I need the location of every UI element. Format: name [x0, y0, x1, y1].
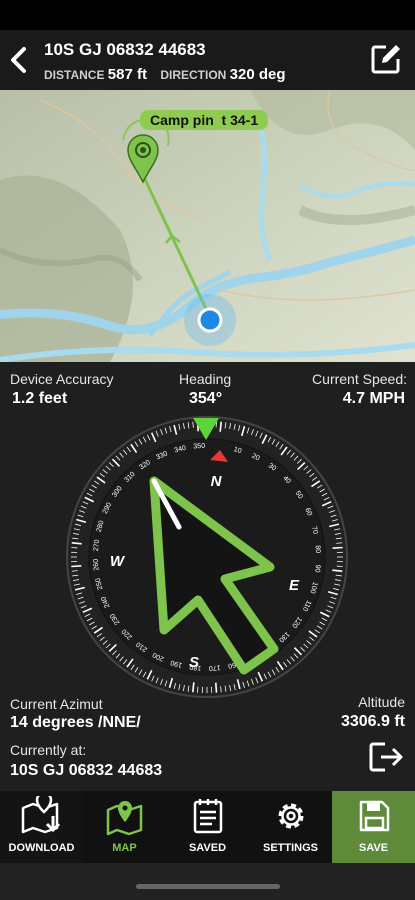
map-pin-icon	[106, 801, 142, 836]
compass-tick	[214, 682, 218, 693]
nav-save[interactable]: SAVE	[332, 791, 415, 863]
azimuth-value: 14 degrees /NNE/	[10, 714, 141, 731]
nav-map[interactable]: MAP	[83, 791, 166, 863]
compass-degree-label: 350	[193, 443, 205, 451]
device-notch	[90, 0, 325, 30]
nav-save-label: SAVE	[358, 842, 389, 854]
app-screen: 10S GJ 06832 44683 DISTANCE 587 ft DIREC…	[0, 0, 415, 900]
compass-west: W	[110, 553, 126, 570]
compass-degree-label: 80	[314, 545, 322, 553]
bottom-nav: DOWNLOAD MAP SAVED SETTINGS SAVE	[0, 791, 415, 863]
speed-value: 4.7 MPH	[342, 390, 405, 407]
back-arrow-icon[interactable]	[6, 44, 32, 76]
nav-saved[interactable]: SAVED	[166, 791, 249, 863]
home-indicator[interactable]	[136, 884, 280, 889]
compass-degree-label: 260	[93, 559, 101, 571]
nav-map-label: MAP	[112, 842, 137, 854]
pin-label[interactable]: Camp pin t 34-1	[140, 110, 269, 130]
distance-label: DISTANCE	[44, 68, 105, 82]
compass-degree-label: 90	[313, 564, 321, 573]
speed-label: Current Speed:	[312, 371, 407, 387]
compass-degree-label: 170	[209, 663, 221, 671]
compass-tick	[332, 569, 343, 573]
map-download-icon	[21, 796, 60, 834]
compass-north: N	[211, 473, 223, 490]
nav-download-label: DOWNLOAD	[8, 842, 75, 854]
heading-indicator-icon	[193, 418, 219, 440]
map-view[interactable]: Camp pin t 34-1	[0, 90, 415, 362]
current-location-dot	[197, 307, 223, 333]
notepad-icon	[193, 799, 222, 834]
nav-settings-label: SETTINGS	[262, 842, 318, 854]
compass-tick	[71, 564, 82, 568]
distance-direction-row: DISTANCE 587 ft DIRECTION 320 deg	[44, 66, 286, 83]
target-coordinate: 10S GJ 06832 44683	[44, 40, 206, 59]
compass-tick	[332, 546, 343, 550]
compass-east: E	[289, 577, 300, 594]
compass-dial: 1020304050607080901001101201301401501601…	[66, 416, 348, 698]
exit-icon[interactable]	[367, 740, 405, 774]
compass-degree-label: 270	[93, 539, 101, 551]
top-bar: 10S GJ 06832 44683 DISTANCE 587 ft DIREC…	[0, 30, 415, 90]
compass-tick	[191, 682, 195, 693]
heading-value: 354°	[189, 390, 223, 407]
gear-icon	[278, 803, 303, 829]
edit-icon[interactable]	[369, 42, 403, 76]
heading-label: Heading	[179, 371, 232, 387]
location-label: Currently at:	[10, 742, 87, 758]
floppy-disk-icon	[359, 800, 389, 832]
nav-download[interactable]: DOWNLOAD	[0, 791, 83, 863]
accuracy-value: 1.2 feet	[12, 390, 68, 407]
altitude-value: 3306.9 ft	[340, 713, 405, 730]
compass-tick	[71, 541, 82, 545]
azimuth-label: Current Azimut	[10, 696, 103, 712]
direction-label: DIRECTION	[160, 68, 227, 82]
topo-map	[0, 90, 415, 362]
compass-tick	[219, 421, 223, 432]
direction-value: 320 deg	[229, 66, 286, 83]
nav-settings[interactable]: SETTINGS	[249, 791, 332, 863]
compass-south: S	[189, 654, 199, 671]
location-value: 10S GJ 06832 44683	[10, 762, 163, 779]
accuracy-label: Device Accuracy	[10, 371, 114, 387]
altitude-label: Altitude	[358, 694, 405, 710]
system-bar	[0, 863, 415, 900]
nav-saved-label: SAVED	[188, 842, 227, 854]
distance-value: 587 ft	[107, 66, 147, 83]
